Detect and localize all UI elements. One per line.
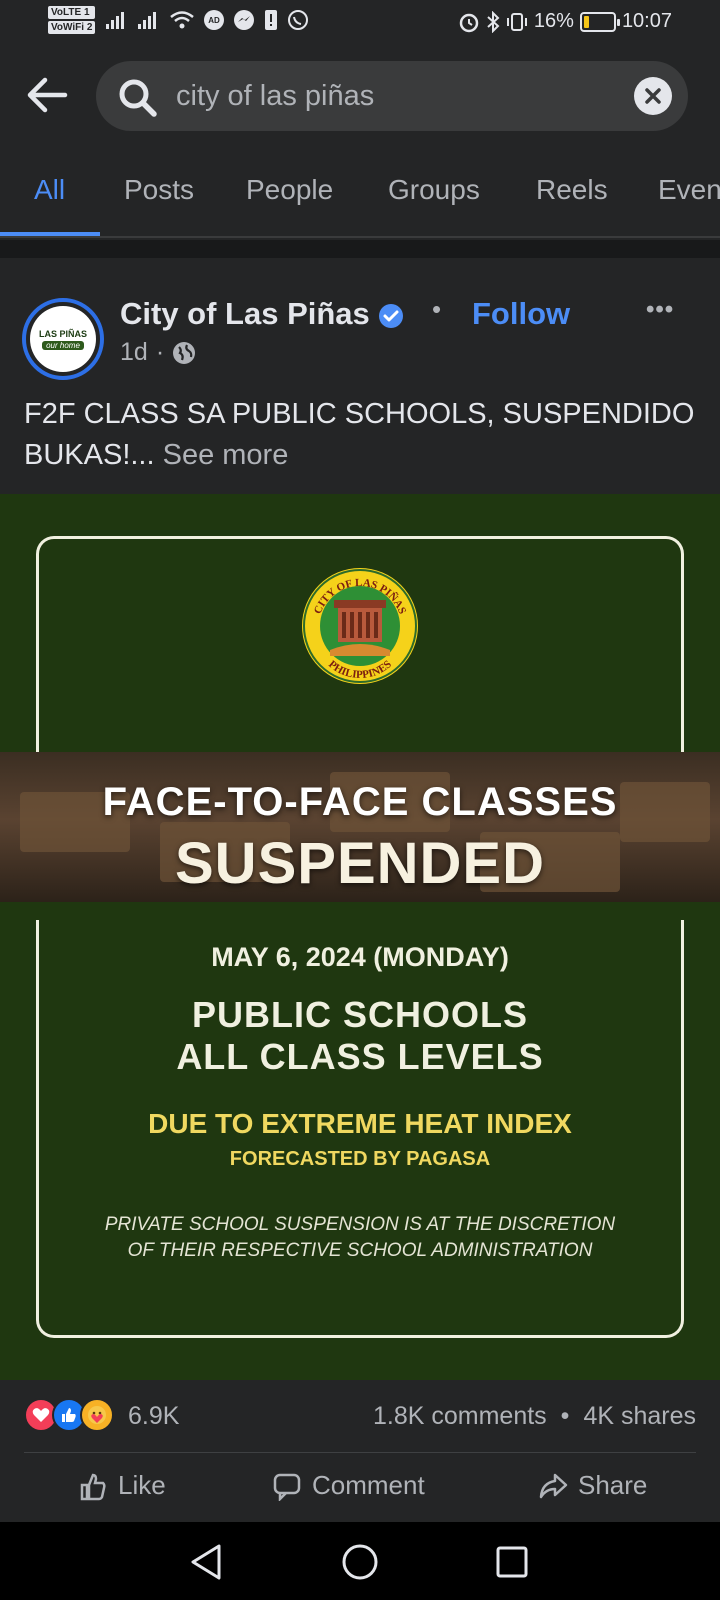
banner-classroom-photo: FACE-TO-FACE CLASSES SUSPENDED — [0, 752, 720, 902]
city-seal-logo: CITY OF LAS PIÑAS PHILIPPINES — [300, 566, 420, 691]
avatar-logo-title: LAS PIÑAS — [38, 328, 87, 339]
nav-recents-icon — [496, 1546, 528, 1578]
announcement-note-line2: OF THEIR RESPECTIVE SCHOOL ADMINISTRATIO… — [127, 1240, 593, 1261]
globe-icon — [173, 341, 196, 364]
alarm-icon — [459, 13, 479, 32]
tab-all[interactable]: All — [34, 174, 65, 206]
announcement-scope-line2: ALL CLASS LEVELS — [176, 1036, 544, 1077]
search-filter-tabs: All Posts People Groups Reels Events — [0, 160, 720, 236]
post-meta: 1d · — [120, 338, 196, 367]
action-divider — [24, 1452, 696, 1453]
comment-label: Comment — [312, 1470, 425, 1500]
announcement-source: FORECASTED BY PAGASA — [229, 1148, 491, 1170]
verified-badge-icon — [378, 303, 404, 334]
nav-home-button[interactable] — [338, 1540, 382, 1584]
back-arrow-icon — [27, 77, 68, 113]
share-label: Share — [578, 1470, 648, 1500]
page-name[interactable]: City of Las Piñas — [120, 296, 370, 332]
nav-recents-button[interactable] — [490, 1540, 534, 1584]
ad-blocker-icon: AD — [204, 10, 225, 30]
svg-text:AD: AD — [209, 16, 221, 25]
back-button[interactable] — [24, 72, 70, 118]
search-input[interactable] — [176, 76, 596, 116]
banner-title-line1: FACE-TO-FACE CLASSES — [102, 780, 618, 824]
bluetooth-icon — [487, 10, 500, 33]
battery-level — [583, 15, 590, 28]
reaction-count[interactable]: 6.9K — [128, 1402, 179, 1431]
post-card: LAS PIÑAS our home City of Las Piñas • F… — [0, 258, 720, 1522]
share-button[interactable]: Share — [538, 1470, 647, 1501]
care-reaction-icon — [80, 1398, 114, 1432]
tab-people[interactable]: People — [246, 174, 333, 206]
share-icon — [539, 1473, 568, 1498]
like-icon — [80, 1473, 106, 1500]
comment-icon — [273, 1473, 301, 1501]
status-right: 16% 10:07 — [458, 10, 672, 33]
post-actions: Like Comment Share — [0, 1462, 720, 1502]
reactions-row: 6.9K 1.8K comments • 4K shares — [0, 1384, 720, 1454]
like-label: Like — [118, 1470, 166, 1500]
nav-home-icon — [342, 1544, 378, 1580]
post-time: 1d — [120, 338, 148, 366]
tab-groups[interactable]: Groups — [388, 174, 480, 206]
shares-count[interactable]: 4K shares — [583, 1402, 696, 1431]
volte-badge: VoLTE 1 — [48, 6, 96, 19]
more-options-button[interactable]: ••• — [646, 296, 674, 324]
signal-icon — [106, 12, 125, 29]
nav-back-icon — [191, 1544, 221, 1580]
feed-separator — [0, 240, 720, 258]
announcement-reason: DUE TO EXTREME HEAT INDEX — [148, 1108, 572, 1139]
engagement-stats: 1.8K comments • 4K shares — [373, 1402, 696, 1431]
avatar-logo-subtitle: our home — [42, 340, 84, 350]
see-more-link[interactable]: See more — [163, 439, 289, 471]
vowifi-badge: VoWiFi 2 — [48, 21, 96, 34]
name-separator: • — [432, 294, 442, 324]
tab-events[interactable]: Events — [658, 174, 720, 206]
vibrate-icon — [506, 12, 527, 31]
follow-button[interactable]: Follow — [472, 296, 570, 332]
meta-separator: · — [155, 338, 165, 366]
notification-icon — [265, 10, 278, 30]
tabs-divider — [0, 236, 720, 238]
banner-title-line2: SUSPENDED — [175, 831, 545, 896]
clear-icon — [645, 88, 661, 104]
reaction-icons[interactable] — [24, 1398, 114, 1432]
like-button[interactable]: Like — [78, 1470, 166, 1501]
announcement-date: MAY 6, 2024 (MONDAY) — [211, 942, 509, 972]
messenger-icon — [234, 10, 255, 30]
announcement-scope-line1: PUBLIC SCHOOLS — [191, 994, 528, 1035]
avatar-logo: LAS PIÑAS our home — [30, 306, 96, 372]
viber-icon — [288, 10, 309, 30]
search-header — [0, 46, 720, 146]
status-bar: VoLTE 1 VoWiFi 2 AD 16% 10:07 — [0, 0, 720, 46]
search-icon — [118, 78, 158, 123]
clock: 10:07 — [621, 10, 672, 32]
volte-badges: VoLTE 1 VoWiFi 2 — [48, 6, 96, 34]
clear-search-button[interactable] — [634, 77, 672, 115]
stats-separator: • — [560, 1402, 570, 1430]
announcement-note-line1: PRIVATE SCHOOL SUSPENSION IS AT THE DISC… — [104, 1214, 616, 1235]
signal-icon — [138, 12, 157, 29]
post-image[interactable]: CITY OF LAS PIÑAS PHILIPPINES FACE-TO-FA… — [0, 494, 720, 1380]
tab-posts[interactable]: Posts — [124, 174, 194, 206]
tab-reels[interactable]: Reels — [536, 174, 608, 206]
comment-button[interactable]: Comment — [272, 1470, 425, 1501]
status-icons: AD — [105, 9, 309, 31]
wifi-icon — [170, 11, 195, 29]
status-left: VoLTE 1 VoWiFi 2 AD — [48, 6, 309, 34]
battery-percent: 16% — [533, 10, 574, 32]
battery-icon — [579, 11, 620, 32]
post-caption: F2F CLASS SA PUBLIC SCHOOLS, SUSPENDIDO … — [24, 394, 704, 476]
system-navigation-bar — [0, 1522, 720, 1600]
page-avatar[interactable]: LAS PIÑAS our home — [22, 298, 104, 380]
search-box[interactable] — [96, 61, 688, 131]
nav-back-button[interactable] — [184, 1540, 228, 1584]
comments-count[interactable]: 1.8K comments — [373, 1402, 547, 1431]
caption-text: F2F CLASS SA PUBLIC SCHOOLS, SUSPENDIDO … — [24, 398, 695, 471]
